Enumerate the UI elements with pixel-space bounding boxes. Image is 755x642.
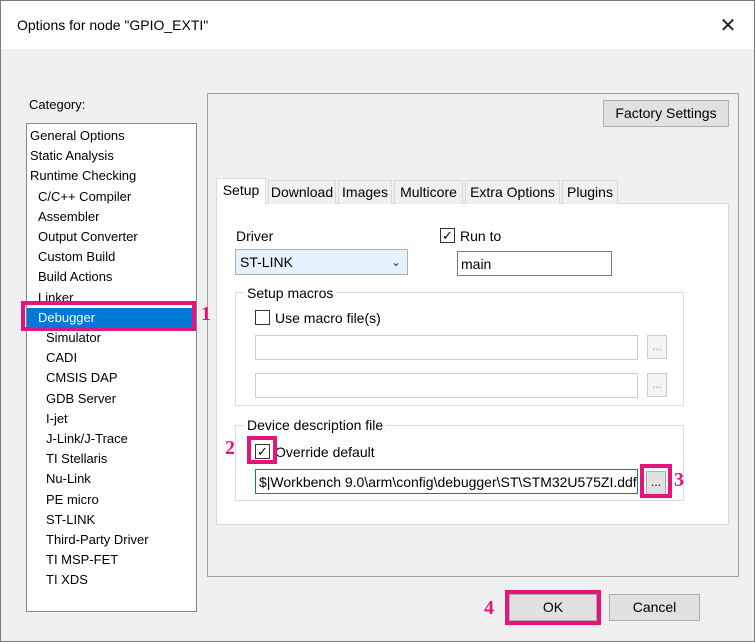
cancel-button[interactable]: Cancel [609, 594, 700, 621]
macro-browse-button-2[interactable]: ... [647, 373, 667, 397]
driver-label: Driver [236, 228, 274, 244]
category-item[interactable]: C/C++ Compiler [38, 187, 131, 206]
driver-select-value: ST-LINK [240, 254, 293, 270]
tab-extra-options[interactable]: Extra Options [465, 180, 560, 204]
tab-download[interactable]: Download [268, 180, 336, 204]
category-item[interactable]: General Options [30, 126, 125, 145]
close-icon[interactable]: ✕ [713, 11, 743, 41]
override-highlight-box [247, 436, 277, 464]
callout-number-1: 1 [201, 303, 211, 325]
browse-highlight-box [640, 464, 672, 498]
category-item[interactable]: TI XDS [46, 570, 88, 589]
options-dialog: Options for node "GPIO_EXTI" ✕ Category:… [0, 0, 755, 642]
use-macro-label: Use macro file(s) [275, 310, 381, 326]
driver-select[interactable]: ST-LINK ⌄ [235, 249, 408, 275]
debugger-highlight-box [21, 301, 196, 331]
category-item[interactable]: I-jet [46, 409, 68, 428]
run-to-checkbox[interactable]: ✓ [440, 228, 455, 243]
callout-number-2: 2 [225, 437, 235, 459]
run-to-input[interactable]: main [457, 251, 612, 276]
category-item[interactable]: ST-LINK [46, 510, 95, 529]
override-default-label: Override default [275, 444, 375, 460]
category-item[interactable]: Static Analysis [30, 146, 114, 165]
use-macro-checkbox[interactable] [255, 310, 270, 325]
macro-file-input-2[interactable] [255, 373, 638, 398]
factory-settings-button[interactable]: Factory Settings [603, 100, 729, 127]
category-item[interactable]: Third-Party Driver [46, 530, 149, 549]
device-description-title: Device description file [244, 417, 387, 433]
setup-macros-title: Setup macros [244, 285, 337, 301]
category-list[interactable]: General Options Static Analysis Runtime Ch… [26, 123, 197, 612]
callout-number-3: 3 [674, 469, 684, 491]
macro-file-input-1[interactable] [255, 335, 638, 360]
title-bar: Options for node "GPIO_EXTI" ✕ [1, 1, 754, 49]
tab-multicore[interactable]: Multicore [394, 180, 463, 204]
checkmark-icon: ✓ [442, 228, 453, 243]
category-item[interactable]: Custom Build [38, 247, 115, 266]
category-item[interactable]: TI Stellaris [46, 449, 107, 468]
category-item[interactable]: Assembler [38, 207, 99, 226]
tab-setup[interactable]: Setup [216, 178, 266, 205]
category-item[interactable]: Nu-Link [46, 469, 91, 488]
chevron-down-icon: ⌄ [390, 255, 401, 269]
category-item[interactable]: CMSIS DAP [46, 368, 118, 387]
callout-number-4: 4 [484, 597, 494, 619]
category-item[interactable]: PE micro [46, 490, 99, 509]
device-file-input[interactable]: $|Workbench 9.0\arm\config\debugger\ST\S… [255, 469, 638, 494]
category-item[interactable]: TI MSP-FET [46, 550, 118, 569]
tab-plugins[interactable]: Plugins [562, 180, 618, 204]
category-item[interactable]: Build Actions [38, 267, 112, 286]
run-to-label: Run to [460, 228, 502, 244]
category-item[interactable]: CADI [46, 348, 77, 367]
category-label: Category: [29, 97, 86, 112]
category-item[interactable]: Output Converter [38, 227, 138, 246]
tab-images[interactable]: Images [338, 180, 392, 204]
category-item[interactable]: Runtime Checking [30, 166, 136, 185]
category-item[interactable]: GDB Server [46, 389, 116, 408]
ok-highlight-box [505, 590, 601, 625]
macro-browse-button-1[interactable]: ... [647, 335, 667, 359]
category-item[interactable]: J-Link/J-Trace [46, 429, 128, 448]
dialog-title: Options for node "GPIO_EXTI" [17, 17, 209, 33]
